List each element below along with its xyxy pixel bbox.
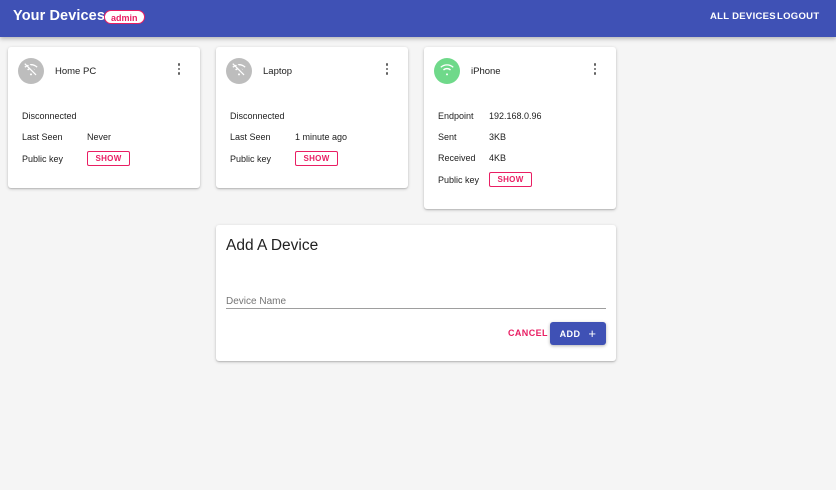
page-title: Your Devices — [13, 8, 106, 24]
status-label: Disconnected — [22, 111, 77, 121]
device-avatar — [434, 58, 460, 84]
show-public-key-button[interactable]: SHOW — [295, 151, 338, 166]
add-device-title: Add A Device — [226, 237, 319, 254]
last-seen-value: 1 minute ago — [295, 132, 348, 142]
status-label: Disconnected — [230, 111, 285, 121]
device-card-iphone: iPhone Endpoint 192.168.0.96 Sent 3KB Re… — [424, 47, 616, 209]
wifi-off-icon — [231, 61, 247, 82]
received-label: Received — [438, 153, 476, 163]
all-devices-link[interactable]: ALL DEVICES — [710, 11, 776, 22]
last-seen-value: Never — [87, 132, 112, 142]
cancel-button[interactable]: CANCEL — [508, 328, 548, 338]
role-badge: admin — [104, 10, 145, 24]
device-card-laptop: Laptop Disconnected Last Seen 1 minute a… — [216, 47, 408, 188]
app-bar: Your Devices admin ALL DEVICES LOGOUT — [0, 0, 836, 37]
sent-label: Sent — [438, 132, 457, 142]
public-key-label: Public key — [438, 175, 480, 185]
more-vert-icon[interactable] — [380, 60, 394, 78]
endpoint-value: 192.168.0.96 — [489, 111, 542, 121]
logout-link[interactable]: LOGOUT — [777, 11, 819, 22]
device-avatar — [18, 58, 44, 84]
wifi-off-icon — [23, 61, 39, 82]
device-name-field — [226, 291, 606, 310]
device-name-input[interactable] — [226, 293, 606, 310]
add-button-label: ADD — [559, 328, 581, 339]
last-seen-label: Last Seen — [22, 132, 63, 142]
show-public-key-button[interactable]: SHOW — [87, 151, 130, 166]
device-name: iPhone — [471, 66, 501, 77]
show-public-key-button[interactable]: SHOW — [489, 172, 532, 187]
sent-value: 3KB — [489, 132, 507, 142]
device-name: Laptop — [263, 66, 293, 77]
device-avatar — [226, 58, 252, 84]
plus-icon: + — [588, 326, 597, 341]
add-device-button[interactable]: ADD + — [550, 322, 606, 345]
more-vert-icon[interactable] — [588, 60, 602, 78]
add-device-card: Add A Device CANCEL ADD + — [216, 225, 616, 361]
wifi-icon — [439, 61, 455, 82]
received-value: 4KB — [489, 153, 507, 163]
device-name: Home PC — [55, 66, 97, 77]
public-key-label: Public key — [230, 154, 272, 164]
device-card-home-pc: Home PC Disconnected Last Seen Never Pub… — [8, 47, 200, 188]
endpoint-label: Endpoint — [438, 111, 474, 121]
public-key-label: Public key — [22, 154, 64, 164]
last-seen-label: Last Seen — [230, 132, 271, 142]
more-vert-icon[interactable] — [172, 60, 186, 78]
